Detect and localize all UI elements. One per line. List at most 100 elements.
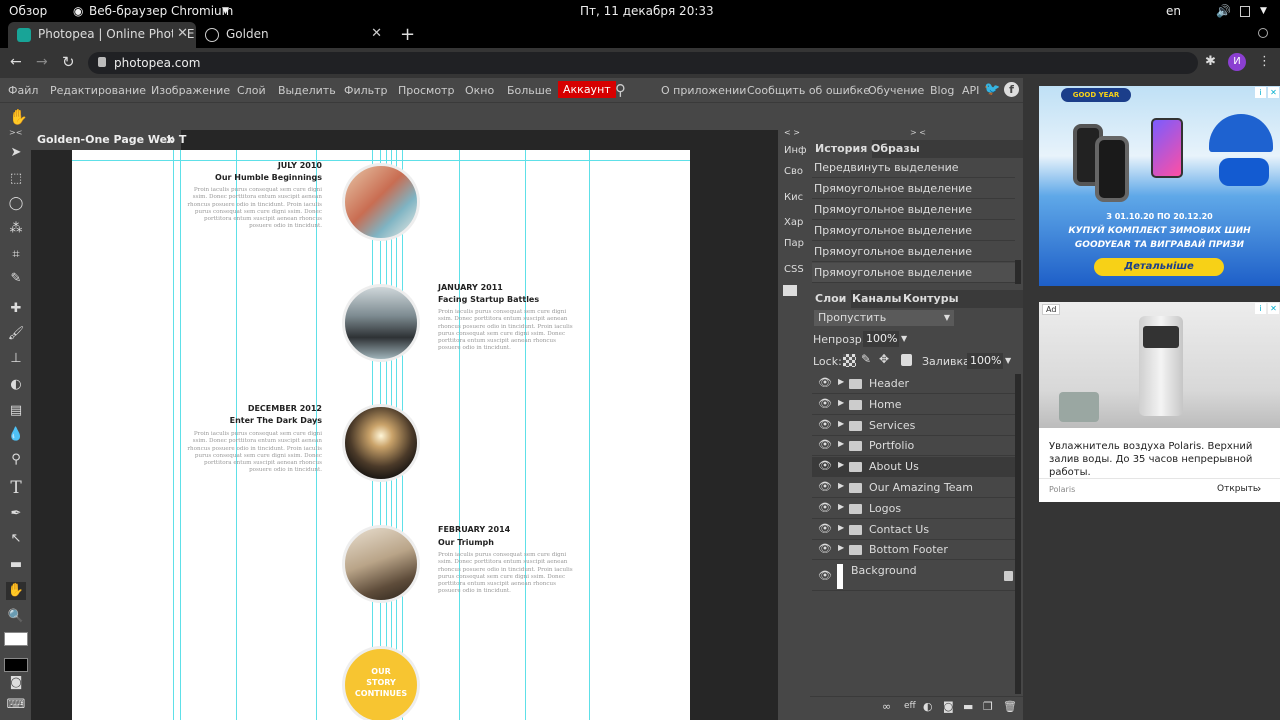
- menu-filter[interactable]: Фильтр: [344, 84, 388, 97]
- foreground-color-swatch[interactable]: [4, 632, 28, 646]
- visibility-eye-icon[interactable]: 👁: [818, 376, 832, 389]
- history-item[interactable]: Прямоугольное выделение: [812, 179, 1015, 199]
- layer-group[interactable]: 👁 ▶ Bottom Footer: [812, 540, 1015, 560]
- lasso-tool-icon[interactable]: ◯: [6, 195, 26, 213]
- zoom-tool-icon[interactable]: 🔍: [6, 608, 26, 626]
- close-document-icon[interactable]: ✕: [165, 133, 175, 147]
- eraser-tool-icon[interactable]: ◐: [6, 376, 26, 394]
- reload-icon[interactable]: ↻: [62, 53, 75, 71]
- panel-properties[interactable]: Сво: [784, 166, 803, 177]
- healing-tool-icon[interactable]: ✚: [6, 300, 26, 318]
- hand-tool-icon[interactable]: ✋: [9, 108, 28, 126]
- expand-arrow-icon[interactable]: ▶: [838, 377, 844, 386]
- panel-brush[interactable]: Кис: [784, 192, 803, 203]
- layer-group[interactable]: 👁 ▶ Logos: [812, 499, 1015, 519]
- visibility-eye-icon[interactable]: 👁: [818, 542, 832, 555]
- activities-button[interactable]: Обзор: [9, 4, 47, 18]
- url-input[interactable]: photopea.com: [88, 52, 1198, 74]
- forward-icon[interactable]: →: [36, 54, 48, 70]
- delete-layer-icon[interactable]: 🗑: [1003, 700, 1017, 713]
- expand-arrow-icon[interactable]: ▶: [838, 543, 844, 552]
- link-api[interactable]: API: [962, 84, 979, 97]
- back-icon[interactable]: ←: [10, 54, 22, 70]
- magic-wand-tool-icon[interactable]: ⁂: [6, 220, 26, 238]
- menu-layer[interactable]: Слой: [237, 84, 266, 97]
- keyboard-icon[interactable]: ⌨: [6, 696, 26, 714]
- layer-group[interactable]: 👁 ▶ Contact Us: [812, 520, 1015, 540]
- visibility-eye-icon[interactable]: 👁: [818, 480, 832, 493]
- link-layers-icon[interactable]: ∞: [882, 700, 891, 713]
- tab-snapshots[interactable]: Образы: [866, 140, 925, 158]
- twitter-icon[interactable]: 🐦: [984, 82, 1000, 97]
- visibility-eye-icon[interactable]: 👁: [818, 418, 832, 431]
- close-tab-icon[interactable]: ✕: [173, 26, 188, 41]
- shape-tool-icon[interactable]: ▬: [6, 556, 26, 574]
- facebook-icon[interactable]: f: [1004, 82, 1019, 97]
- link-learn[interactable]: Обучение: [868, 84, 924, 97]
- visibility-eye-icon[interactable]: 👁: [818, 397, 832, 410]
- extensions-icon[interactable]: ✱: [1205, 54, 1216, 69]
- stamp-tool-icon[interactable]: ⊥: [6, 350, 26, 368]
- dodge-tool-icon[interactable]: ⚲: [6, 451, 26, 469]
- menu-view[interactable]: Просмотр: [398, 84, 454, 97]
- goodyear-ad[interactable]: GOOD YEAR З 01.10.20 ПО 20.12.20 КУПУЙ К…: [1039, 86, 1280, 286]
- new-layer-icon[interactable]: ❐: [983, 700, 993, 713]
- layers-scrollbar[interactable]: [1015, 374, 1021, 694]
- background-color-swatch[interactable]: [4, 658, 28, 672]
- menu-file[interactable]: Файл: [8, 84, 38, 97]
- document-canvas[interactable]: JULY 2010 Our Humble Beginnings Proin ia…: [72, 150, 690, 720]
- panel-paragraph[interactable]: Пар: [784, 238, 804, 249]
- power-menu-icon[interactable]: ▼: [1260, 6, 1267, 16]
- ad-close-icon[interactable]: ✕: [1268, 87, 1279, 98]
- tab-golden[interactable]: Golden ✕: [196, 22, 390, 48]
- history-item[interactable]: Прямоугольное выделение: [812, 263, 1015, 283]
- visibility-eye-icon[interactable]: 👁: [818, 522, 832, 535]
- toolbar-collapse-toggle[interactable]: ><: [9, 128, 22, 137]
- more-menu-icon[interactable]: ⋮: [1258, 54, 1271, 69]
- close-tab-icon[interactable]: ✕: [371, 26, 382, 41]
- lock-all-icon[interactable]: [901, 354, 912, 366]
- visibility-eye-icon[interactable]: 👁: [818, 569, 832, 582]
- adjustment-layer-icon[interactable]: ◐: [923, 700, 933, 713]
- battery-icon[interactable]: [1240, 6, 1250, 17]
- panel-collapse-toggle[interactable]: > <: [910, 128, 926, 137]
- layer-mask-icon[interactable]: ◙: [943, 700, 954, 713]
- path-select-tool-icon[interactable]: ↖: [6, 530, 26, 548]
- gradient-tool-icon[interactable]: ▤: [6, 402, 26, 420]
- menu-image[interactable]: Изображение: [151, 84, 230, 97]
- pen-tool-icon[interactable]: ✒: [6, 505, 26, 523]
- search-icon[interactable]: ⚲: [615, 81, 626, 99]
- menu-window[interactable]: Окно: [465, 84, 494, 97]
- profile-avatar[interactable]: И: [1228, 53, 1246, 71]
- new-tab-button[interactable]: +: [400, 24, 415, 45]
- expand-arrow-icon[interactable]: ▶: [838, 460, 844, 469]
- link-report-bug[interactable]: Сообщить об ошибке: [747, 84, 870, 97]
- expand-arrow-icon[interactable]: ▶: [838, 523, 844, 532]
- crop-tool-icon[interactable]: ⌗: [6, 246, 26, 264]
- link-about[interactable]: О приложении: [661, 84, 746, 97]
- layer-background[interactable]: 👁 Background: [812, 561, 1015, 591]
- new-group-folder-icon[interactable]: ▬: [963, 700, 973, 713]
- panel-info[interactable]: Инф: [784, 145, 807, 156]
- expand-arrow-icon[interactable]: ▶: [838, 481, 844, 490]
- history-item[interactable]: Передвинуть выделение: [812, 158, 1015, 178]
- menu-edit[interactable]: Редактирование: [50, 84, 146, 97]
- text-tool-icon[interactable]: T: [6, 479, 26, 497]
- ad-cta-button[interactable]: Детальніше: [1094, 258, 1224, 276]
- brush-tool-icon[interactable]: 🖌: [6, 325, 26, 343]
- blend-mode-select[interactable]: Пропустить ▼: [814, 310, 954, 326]
- lock-position-icon[interactable]: ✥: [879, 352, 889, 366]
- lock-pixels-icon[interactable]: ✎: [861, 352, 871, 366]
- volume-icon[interactable]: 🔊: [1216, 4, 1231, 18]
- opacity-dropdown-icon[interactable]: ▼: [901, 334, 907, 343]
- account-button[interactable]: Аккаунт: [558, 81, 616, 98]
- tab-photopea[interactable]: Photopea | Online Photo E ✕: [8, 22, 196, 48]
- link-blog[interactable]: Blog: [930, 84, 954, 97]
- visibility-eye-icon[interactable]: 👁: [818, 438, 832, 451]
- layer-group[interactable]: 👁 ▶ Services: [812, 416, 1015, 436]
- ad-info-icon[interactable]: i: [1255, 87, 1266, 98]
- chevron-right-icon[interactable]: ›: [1257, 482, 1261, 495]
- tab-paths[interactable]: Контуры: [898, 290, 964, 308]
- tab-search-icon[interactable]: [1258, 28, 1268, 38]
- language-indicator[interactable]: en: [1166, 4, 1181, 18]
